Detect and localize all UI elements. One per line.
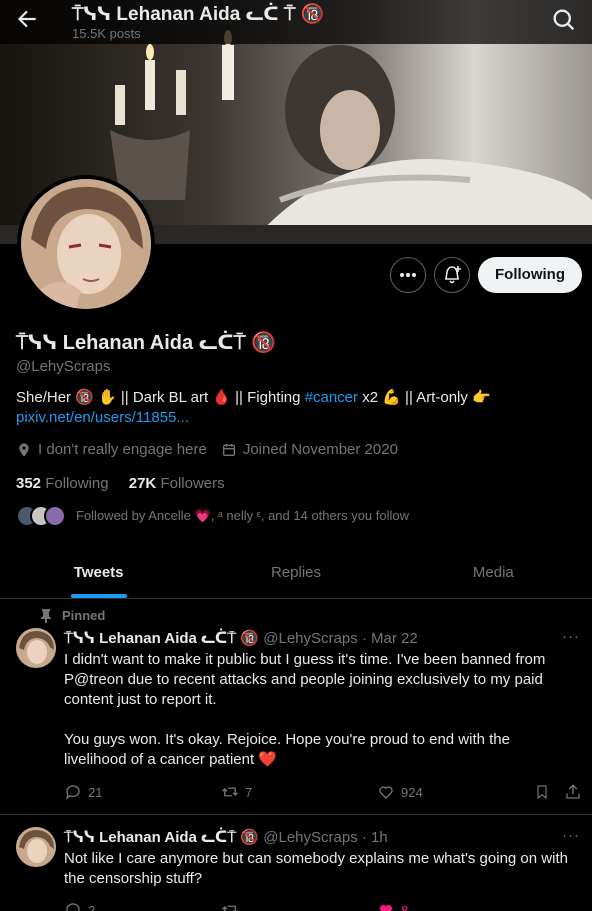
like-button[interactable]: 924: [377, 783, 423, 801]
pinned-label: Pinned: [62, 608, 106, 623]
reply-icon: [66, 903, 80, 911]
more-dots-icon: [400, 273, 416, 277]
tab-tweets[interactable]: Tweets: [0, 546, 197, 598]
tab-media[interactable]: Media: [395, 546, 592, 598]
followed-by[interactable]: Followed by Ancelle 💗, ᵃ nelly ᵋ, and 14…: [16, 505, 409, 527]
profile-stats: 352 Following 27K Followers: [16, 475, 225, 492]
tweet-header: ⍑ᓭᓭ Lehanan Aida ᓚᑖ⍑ 🔞 @LehyScraps · 1h: [64, 828, 388, 846]
heart-icon: [379, 786, 393, 799]
tweet-avatar[interactable]: [16, 827, 56, 867]
location-icon: [19, 442, 29, 457]
tweet-author[interactable]: ⍑ᓭᓭ Lehanan Aida ᓚᑖ⍑ 🔞: [64, 829, 259, 846]
reply-button[interactable]: 21: [64, 783, 102, 801]
tweet-avatar[interactable]: [16, 628, 56, 668]
tweet-actions: 2 8: [64, 901, 584, 911]
back-arrow-icon[interactable]: [14, 6, 40, 32]
reply-icon: [65, 785, 80, 800]
retweet-button[interactable]: 7: [221, 783, 252, 801]
reply-button[interactable]: 2: [64, 901, 95, 911]
like-button[interactable]: 8: [377, 901, 408, 911]
tweet-more-icon[interactable]: ···: [562, 827, 580, 844]
profile-name: ⍑ᓭᓭ Lehanan Aida ᓚᑖ⍑ 🔞: [16, 332, 277, 354]
profile-tabs: Tweets Replies Media: [0, 546, 592, 599]
profile-joined: Joined November 2020: [242, 441, 398, 458]
tweet-author[interactable]: ⍑ᓭᓭ Lehanan Aida ᓚᑖ⍑ 🔞: [64, 630, 259, 647]
more-options-button[interactable]: [390, 257, 426, 293]
profile-avatar[interactable]: [17, 175, 155, 313]
follower-avatar: [44, 505, 66, 527]
header-title: ⍑ᓭᓭ Lehanan Aida ᓚᑖ ⍑ 🔞: [72, 4, 325, 25]
tweet-text: Not like I care anymore but can somebody…: [64, 850, 568, 887]
tweet-header: ⍑ᓭᓭ Lehanan Aida ᓚᑖ⍑ 🔞 @LehyScraps · Mar…: [64, 629, 418, 647]
following-button[interactable]: Following: [478, 257, 582, 293]
tab-replies[interactable]: Replies: [197, 546, 394, 598]
retweet-icon: [222, 787, 238, 797]
bio-text: She/Her 🔞 ✋ || Dark BL art 🩸 || Fighting: [16, 389, 305, 406]
tweet-more-icon[interactable]: ···: [562, 628, 580, 645]
followed-by-text: Followed by Ancelle 💗, ᵃ nelly ᵋ, and 14…: [76, 508, 410, 523]
tweet-handle-time[interactable]: @LehyScraps · 1h: [263, 829, 387, 846]
retweet-icon: [222, 905, 238, 911]
header-post-count: 15.5K posts: [72, 26, 141, 41]
profile-handle: @LehyScraps: [16, 358, 111, 375]
following-link[interactable]: 352 Following: [16, 475, 109, 492]
calendar-icon: [222, 443, 235, 456]
pinned-indicator: Pinned: [40, 608, 105, 623]
bio-link[interactable]: pixiv.net/en/users/11855...: [16, 409, 189, 426]
bio-text: x2 💪 || Art-only 👉: [358, 389, 491, 406]
share-button[interactable]: [564, 783, 582, 801]
heart-filled-icon: [379, 905, 393, 911]
top-bar: ⍑ᓭᓭ Lehanan Aida ᓚᑖ ⍑ 🔞 15.5K posts: [0, 0, 592, 44]
bio-hashtag[interactable]: #cancer: [305, 389, 358, 406]
tweet-text: I didn't want to make it public but I gu…: [64, 651, 546, 768]
profile-bio: She/Her 🔞 ✋ || Dark BL art 🩸 || Fighting…: [16, 388, 588, 428]
search-icon[interactable]: [550, 6, 578, 34]
tweet-handle-time[interactable]: @LehyScraps · Mar 22: [263, 630, 417, 647]
profile-location: I don't really engage here: [38, 441, 207, 458]
bookmark-button[interactable]: [534, 783, 550, 801]
tweet-actions: 21 7 924: [64, 783, 584, 803]
retweet-button[interactable]: [221, 901, 245, 911]
pin-icon: [41, 608, 51, 623]
bookmark-icon: [537, 785, 547, 800]
profile-meta: I don't really engage here Joined Novemb…: [16, 441, 398, 458]
share-icon: [566, 784, 580, 799]
notifications-button[interactable]: [434, 257, 470, 293]
tweet-divider: [0, 814, 592, 815]
followers-link[interactable]: 27K Followers: [129, 475, 225, 492]
bell-plus-icon: [445, 266, 461, 284]
